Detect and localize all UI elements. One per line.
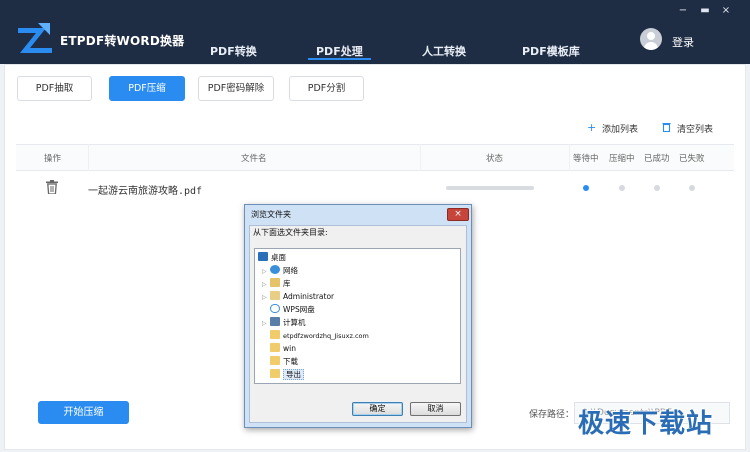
col-failed: 已失败 — [679, 154, 705, 164]
save-path-label: 保存路径： — [529, 410, 575, 420]
tree-item-export[interactable]: 导出 — [262, 369, 304, 382]
tab-manual-convert[interactable]: 人工转换 — [422, 43, 466, 59]
col-waiting: 等待中 — [573, 154, 599, 164]
col-compressing: 压缩中 — [609, 154, 635, 164]
user-folder-icon — [270, 291, 280, 300]
subtab-pdf-split[interactable]: PDF分割 — [289, 76, 364, 101]
tree-item-library[interactable]: ▷ 库 — [262, 278, 291, 291]
waiting-indicator — [583, 185, 589, 191]
cloud-icon — [270, 304, 280, 313]
close-icon[interactable]: × — [719, 5, 733, 16]
clear-list-button[interactable]: 清空列表 — [677, 122, 713, 135]
divider — [420, 144, 421, 171]
login-link[interactable]: 登录 — [672, 34, 694, 50]
expand-arrow-icon[interactable]: ▷ — [262, 320, 270, 327]
add-list-button[interactable]: 添加列表 — [602, 122, 638, 135]
expand-arrow-icon[interactable]: ▷ — [262, 281, 270, 288]
tab-pdf-templates[interactable]: PDF模板库 — [522, 43, 580, 59]
site-watermark: 极速下载站 — [578, 409, 714, 439]
col-action: 操作 — [44, 154, 62, 164]
start-compress-button[interactable]: 开始压缩 — [38, 401, 129, 424]
tree-item-computer[interactable]: ▷ 计算机 — [262, 317, 306, 330]
folder-icon — [270, 343, 280, 352]
avatar[interactable] — [640, 28, 662, 50]
succeeded-indicator — [654, 185, 660, 191]
dialog-prompt: 从下面选文件夹目录: — [253, 228, 328, 237]
col-succeeded: 已成功 — [644, 154, 670, 164]
subtab-pdf-unlock[interactable]: PDF密码解除 — [198, 76, 274, 101]
trash-icon[interactable] — [662, 122, 671, 132]
table-row-filename: 一起游云南旅游攻略.pdf — [88, 186, 203, 197]
divider — [569, 144, 570, 171]
subtab-pdf-compress[interactable]: PDF压缩 — [109, 76, 185, 101]
divider — [88, 144, 89, 171]
computer-icon — [270, 317, 280, 326]
dialog-close-button[interactable]: × — [447, 208, 469, 221]
plus-icon[interactable]: + — [587, 121, 596, 134]
maximize-icon[interactable]: ▬ — [698, 5, 712, 16]
app-logo-icon — [18, 23, 52, 53]
col-status: 状态 — [486, 154, 504, 164]
expand-arrow-icon[interactable]: ▷ — [262, 268, 270, 275]
dialog-cancel-button[interactable]: 取消 — [410, 402, 461, 416]
dialog-title: 浏览文件夹 — [251, 210, 291, 219]
tab-pdf-process[interactable]: PDF处理 — [308, 43, 371, 60]
folder-icon — [270, 330, 280, 339]
tab-pdf-convert[interactable]: PDF转换 — [210, 43, 257, 59]
minimize-icon[interactable]: − — [676, 5, 690, 16]
status-progress-bar — [446, 186, 534, 190]
delete-row-icon[interactable] — [46, 180, 58, 194]
folder-icon — [270, 356, 280, 365]
desktop-icon — [258, 252, 268, 261]
tree-item-network[interactable]: ▷ 网络 — [262, 265, 298, 278]
col-filename: 文件名 — [241, 154, 267, 164]
tree-item-desktop[interactable]: 桌面 — [258, 252, 286, 265]
expand-arrow-icon[interactable]: ▷ — [262, 294, 270, 301]
tree-item-downloads[interactable]: 下载 — [262, 356, 298, 369]
dialog-ok-button[interactable]: 确定 — [352, 402, 403, 416]
subtab-pdf-extract[interactable]: PDF抽取 — [17, 76, 92, 101]
app-title: ETPDF转WORD换器 — [60, 34, 185, 48]
folder-icon — [270, 369, 280, 378]
tree-item-etpdf-folder[interactable]: etpdfzwordzhq_Jisuxz.com — [262, 330, 369, 343]
tree-item-administrator[interactable]: ▷ Administrator — [262, 291, 334, 304]
compressing-indicator — [619, 185, 625, 191]
tree-item-wps-drive[interactable]: WPS网盘 — [262, 304, 315, 317]
library-icon — [270, 278, 280, 287]
failed-indicator — [689, 185, 695, 191]
network-icon — [270, 265, 280, 274]
tree-item-win[interactable]: win — [262, 343, 296, 356]
